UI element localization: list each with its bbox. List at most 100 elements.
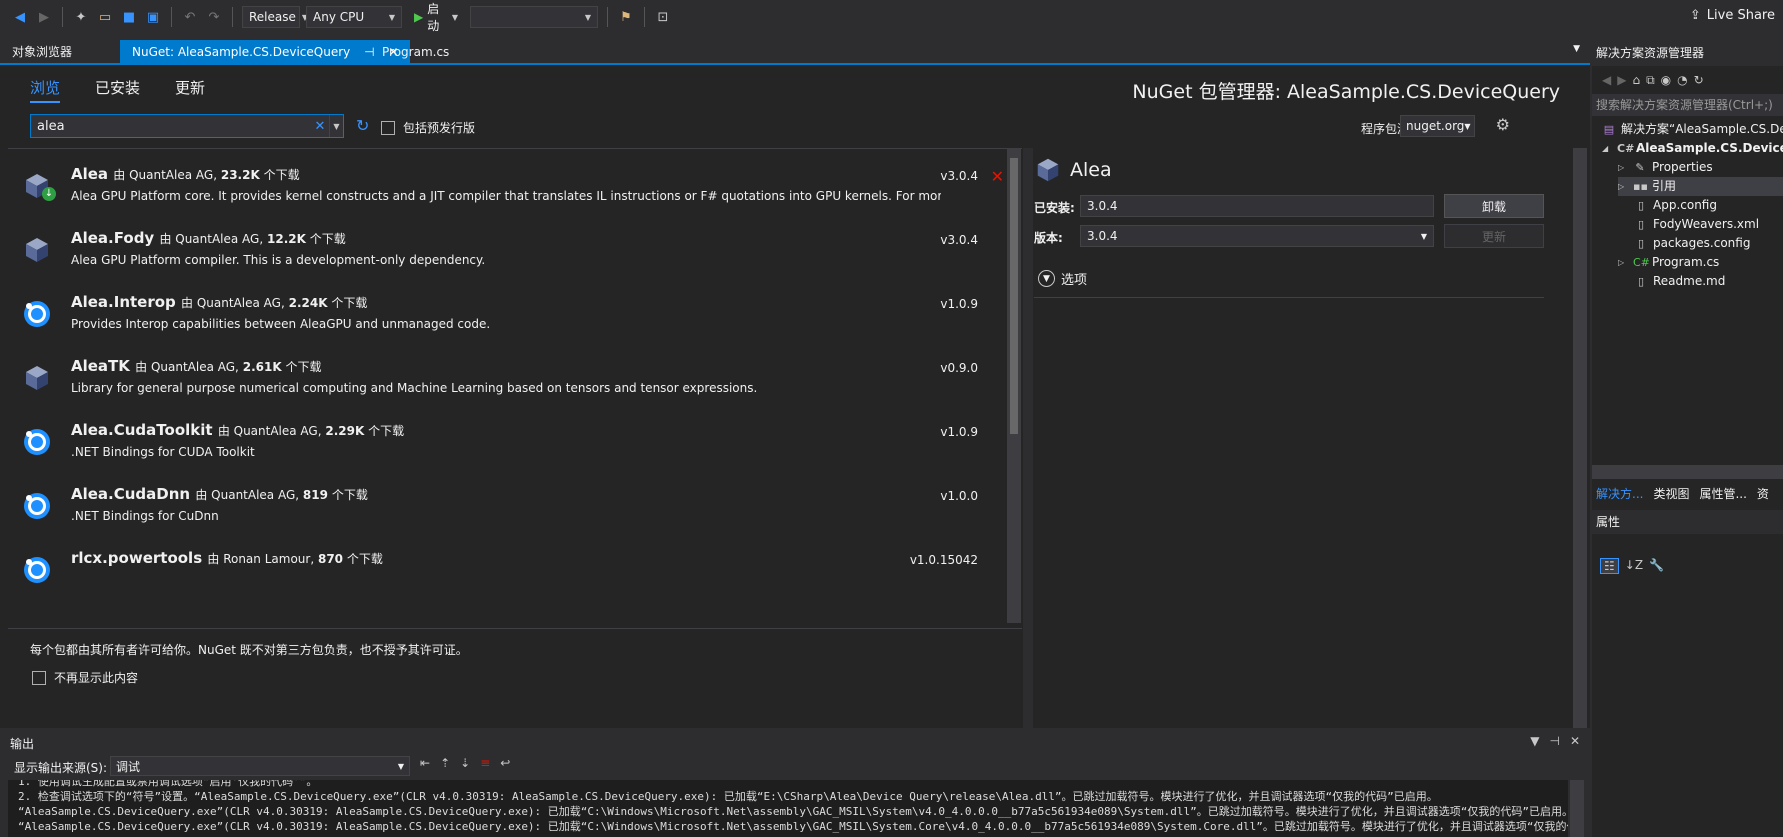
- version-select[interactable]: 3.0.4 ▼: [1080, 225, 1434, 247]
- word-wrap-icon[interactable]: ↩: [500, 756, 510, 770]
- search-box[interactable]: ✕ ▼: [30, 114, 344, 138]
- categorized-icon[interactable]: ☷: [1600, 558, 1619, 574]
- solution-config-select[interactable]: Release ▼: [242, 6, 308, 28]
- screenshot-icon[interactable]: ⊡: [652, 6, 674, 28]
- sync-icon[interactable]: ◉: [1661, 73, 1671, 87]
- refresh-icon[interactable]: ↻: [356, 116, 369, 135]
- tab-object-browser[interactable]: 对象浏览器: [0, 40, 84, 64]
- collapsed-arrow-icon[interactable]: ▷: [1618, 158, 1628, 177]
- tab-solution-explorer[interactable]: 解决方...: [1596, 485, 1643, 502]
- save-icon[interactable]: ■: [118, 6, 140, 28]
- package-row[interactable]: Alea.Interop 由 QuantAlea AG, 2.24K 个下载 Pr…: [8, 277, 1008, 349]
- tab-class-view[interactable]: 类视图: [1653, 485, 1689, 502]
- forward-icon[interactable]: ▶: [33, 6, 55, 28]
- tree-item-project[interactable]: ◢ C# AleaSample.CS.DeviceQ: [1602, 139, 1783, 158]
- tab-property-manager[interactable]: 属性管...: [1699, 485, 1746, 502]
- prerelease-checkbox[interactable]: 包括预发行版: [381, 119, 475, 136]
- package-description: .NET Bindings for CuDnn: [71, 509, 219, 523]
- package-description: Alea GPU Platform compiler. This is a de…: [71, 253, 486, 267]
- tab-label: 对象浏览器: [12, 45, 73, 59]
- package-detail: Alea 已安装: 3.0.4 卸载 版本: 3.0.4 ▼ 更新 ▼ 选项: [1034, 148, 1590, 728]
- alphabetical-icon[interactable]: ↓Z: [1625, 558, 1643, 574]
- tab-resources[interactable]: 资: [1757, 485, 1769, 502]
- list-scrollbar[interactable]: [1007, 148, 1021, 623]
- tree-item-program-cs[interactable]: ▷ C# Program.cs: [1618, 253, 1719, 272]
- package-row[interactable]: Alea.CudaToolkit 由 QuantAlea AG, 2.29K 个…: [8, 405, 1008, 477]
- package-row[interactable]: Alea.CudaDnn 由 QuantAlea AG, 819 个下载 .NET…: [8, 469, 1008, 541]
- refresh-icon[interactable]: ↻: [1694, 73, 1704, 87]
- clear-icon[interactable]: ✕: [311, 119, 329, 134]
- pending-changes-icon[interactable]: ◔: [1677, 73, 1687, 87]
- output-scrollbar[interactable]: [1570, 780, 1584, 837]
- scrollbar-thumb[interactable]: [1010, 158, 1018, 434]
- dropdown-icon[interactable]: ▼: [1530, 734, 1539, 748]
- collapsed-arrow-icon[interactable]: ▷: [1618, 177, 1628, 196]
- start-button[interactable]: ▶ 启动 ▼: [408, 2, 464, 33]
- output-line: “AleaSample.CS.DeviceQuery.exe”(CLR v4.0…: [18, 820, 1568, 833]
- back-icon[interactable]: ◀: [1602, 73, 1611, 87]
- clear-all-icon[interactable]: ≡: [480, 756, 490, 770]
- new-project-icon[interactable]: ✦: [70, 6, 92, 28]
- tab-updates[interactable]: 更新: [175, 77, 205, 98]
- gear-icon[interactable]: ⚙: [1496, 115, 1510, 134]
- pane-splitter[interactable]: [1023, 148, 1033, 728]
- chevron-down-icon: ▼: [584, 12, 591, 22]
- detail-scrollbar[interactable]: [1573, 148, 1587, 728]
- tree-item-app-config[interactable]: ▯ App.config: [1634, 196, 1717, 215]
- platform-select[interactable]: Any CPU ▼: [306, 6, 402, 28]
- tab-installed[interactable]: 已安装: [95, 77, 140, 98]
- package-description: Library for general purpose numerical co…: [71, 381, 758, 395]
- tab-nuget[interactable]: NuGet: AleaSample.CS.DeviceQuery ⊣ ✕: [120, 40, 411, 64]
- update-button[interactable]: 更新: [1444, 224, 1544, 248]
- prev-message-icon[interactable]: ⇡: [440, 756, 450, 770]
- search-input[interactable]: [37, 118, 311, 134]
- flag-icon[interactable]: ⚑: [615, 6, 637, 28]
- redo-icon[interactable]: ↷: [203, 6, 225, 28]
- tab-overflow-icon[interactable]: ▼: [1573, 44, 1580, 54]
- tree-item-solution[interactable]: ▤ 解决方案“AleaSample.CS.De: [1602, 120, 1783, 139]
- back-icon[interactable]: ◀: [9, 6, 31, 28]
- solution-bottom-tabs: 解决方... 类视图 属性管... 资: [1592, 482, 1783, 504]
- switch-views-icon[interactable]: ⧉: [1646, 73, 1655, 88]
- home-icon[interactable]: ⌂: [1632, 73, 1640, 87]
- package-row[interactable]: AleaTK 由 QuantAlea AG, 2.61K 个下载 Library …: [8, 341, 1008, 413]
- package-row[interactable]: Alea 由 QuantAlea AG, 23.2K 个下载 Alea GPU P…: [8, 149, 1008, 221]
- forward-icon[interactable]: ▶: [1617, 73, 1626, 87]
- package-row[interactable]: Alea.Fody 由 QuantAlea AG, 12.2K 个下载 Alea …: [8, 213, 1008, 285]
- tree-item-fodyweavers[interactable]: ▯ FodyWeavers.xml: [1634, 215, 1759, 234]
- property-pages-icon[interactable]: 🔧: [1649, 558, 1664, 574]
- expanded-arrow-icon[interactable]: ◢: [1602, 139, 1612, 158]
- tree-item-packages-config[interactable]: ▯ packages.config: [1634, 234, 1750, 253]
- solution-search-input[interactable]: 搜索解决方案资源管理器(Ctrl+;): [1592, 94, 1783, 116]
- output-source-select[interactable]: 调试 ▼: [110, 756, 410, 776]
- undo-icon[interactable]: ↶: [179, 6, 201, 28]
- share-icon: ⇪: [1689, 8, 1701, 23]
- save-all-icon[interactable]: ▣: [142, 6, 164, 28]
- checkbox-box[interactable]: [32, 670, 46, 685]
- tree-item-readme[interactable]: ▯ Readme.md: [1634, 272, 1725, 291]
- close-icon[interactable]: ✕: [1570, 734, 1580, 748]
- chevron-down-icon: ▼: [1420, 231, 1427, 241]
- options-expander[interactable]: ▼ 选项: [1038, 269, 1087, 288]
- debug-target-select[interactable]: ▼: [470, 6, 598, 28]
- tab-browse[interactable]: 浏览: [30, 77, 61, 103]
- properties-title: 属性: [1592, 510, 1783, 534]
- checkbox-box[interactable]: [381, 120, 395, 135]
- collapsed-arrow-icon[interactable]: ▷: [1618, 253, 1628, 272]
- uninstall-x-icon[interactable]: ✕: [991, 167, 1004, 186]
- next-message-icon[interactable]: ⇣: [460, 756, 470, 770]
- find-message-icon[interactable]: ⇤: [420, 756, 430, 770]
- tree-item-references[interactable]: ▷ ▪▪ 引用: [1618, 177, 1783, 196]
- open-folder-icon[interactable]: ▭: [94, 6, 116, 28]
- package-source-select[interactable]: nuget.org ▼: [1400, 115, 1475, 137]
- tree-item-properties[interactable]: ▷ ✎ Properties: [1618, 158, 1713, 177]
- package-row[interactable]: rlcx.powertools 由 Ronan Lamour, 870 个下载 v…: [8, 533, 1008, 605]
- chevron-down-icon[interactable]: ▼: [329, 115, 343, 137]
- pin-icon[interactable]: ⊣: [1549, 734, 1559, 748]
- tab-program-cs[interactable]: Program.cs: [370, 40, 461, 64]
- solution-hscrollbar[interactable]: [1592, 465, 1783, 479]
- dont-show-label: 不再显示此内容: [54, 671, 139, 685]
- uninstall-button[interactable]: 卸载: [1444, 194, 1544, 218]
- dont-show-checkbox[interactable]: 不再显示此内容: [32, 669, 138, 686]
- live-share-button[interactable]: ⇪ Live Share: [1690, 8, 1775, 23]
